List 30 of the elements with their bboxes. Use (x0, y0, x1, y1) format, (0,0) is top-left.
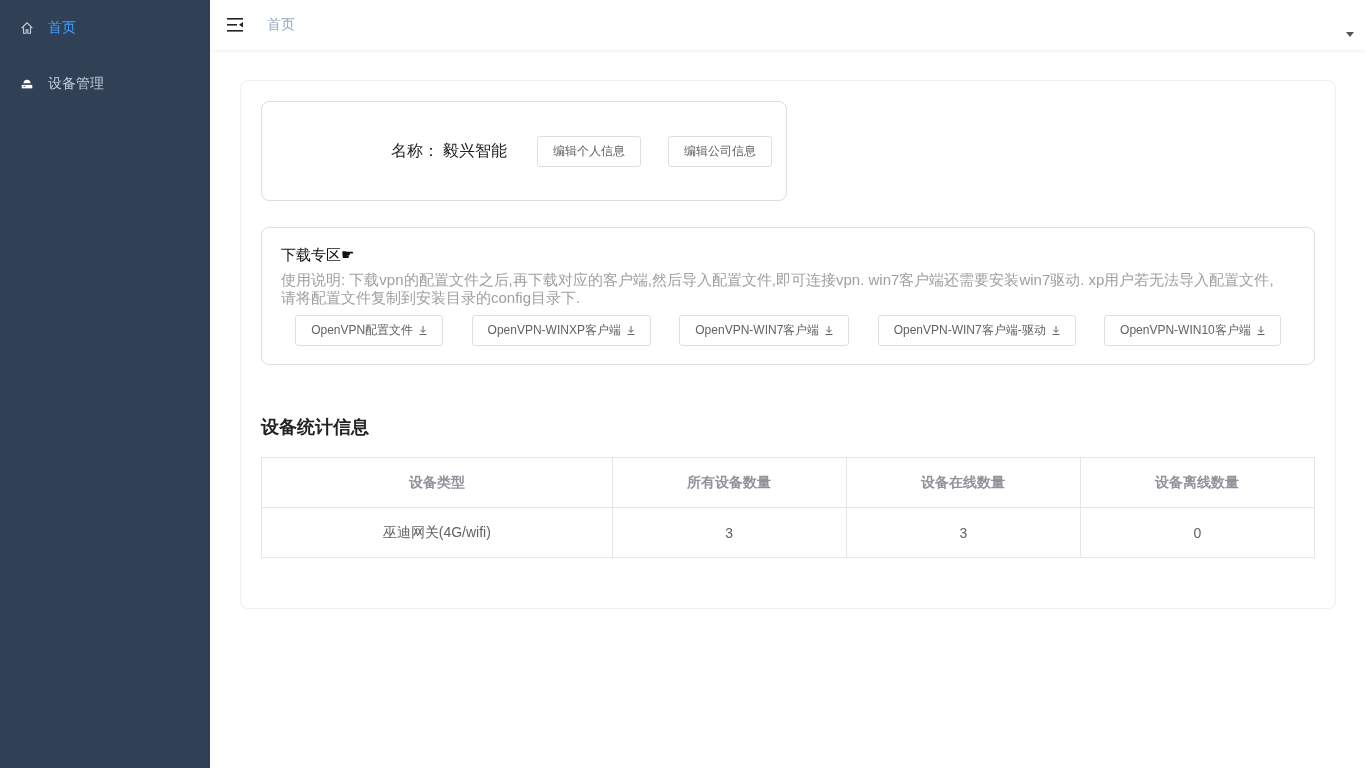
router-icon (20, 77, 34, 91)
section-title: 下载专区☛ (281, 246, 356, 265)
download-button[interactable]: OpenVPN-WINXP客户端 (471, 315, 651, 346)
column-header: 设备离线数量 (1080, 457, 1315, 508)
download-button[interactable]: OpenVPN配置文件 (295, 315, 444, 346)
home-icon (20, 21, 34, 35)
download-icon (825, 326, 834, 335)
usage-instructions: 使用说明: 下载vpn的配置文件之后,再下载对应的客户端,然后导入配置文件,即可连接vpn. win7客户端还需要安装win7驱动. xp用户若无法导入配置文件,请将配置文件复制到安装目录的config目录下. (281, 271, 1275, 307)
download-icon (1256, 326, 1265, 335)
sidebar-item[interactable]: 首页 (0, 0, 210, 56)
column-header: 所有设备数量 (612, 457, 847, 508)
sidebar-item[interactable]: 设备管理 (0, 56, 210, 112)
download-icon (1051, 326, 1060, 335)
table-cell: 巫迪网关(4G/wifi) (261, 507, 613, 558)
company-name: 名称： 毅兴智能 (390, 140, 507, 161)
edit-button[interactable]: 编辑个人信息 (537, 135, 641, 167)
caret-icon[interactable] (1346, 32, 1354, 37)
column-header: 设备类型 (261, 457, 613, 508)
section-title: 设备统计信息 (261, 416, 370, 439)
table-cell: 3 (612, 507, 847, 558)
table-cell: 0 (1080, 507, 1315, 558)
edit-button[interactable]: 编辑公司信息 (668, 135, 772, 167)
table-cell: 3 (846, 507, 1081, 558)
menu-fold-icon[interactable] (227, 18, 243, 32)
download-icon (419, 326, 428, 335)
download-icon (626, 326, 635, 335)
download-button[interactable]: OpenVPN-WIN10客户端 (1104, 315, 1281, 346)
column-header: 设备在线数量 (846, 457, 1081, 508)
download-button[interactable]: OpenVPN-WIN7客户端 (679, 315, 850, 346)
download-button[interactable]: OpenVPN-WIN7客户端-驱动 (877, 315, 1076, 346)
